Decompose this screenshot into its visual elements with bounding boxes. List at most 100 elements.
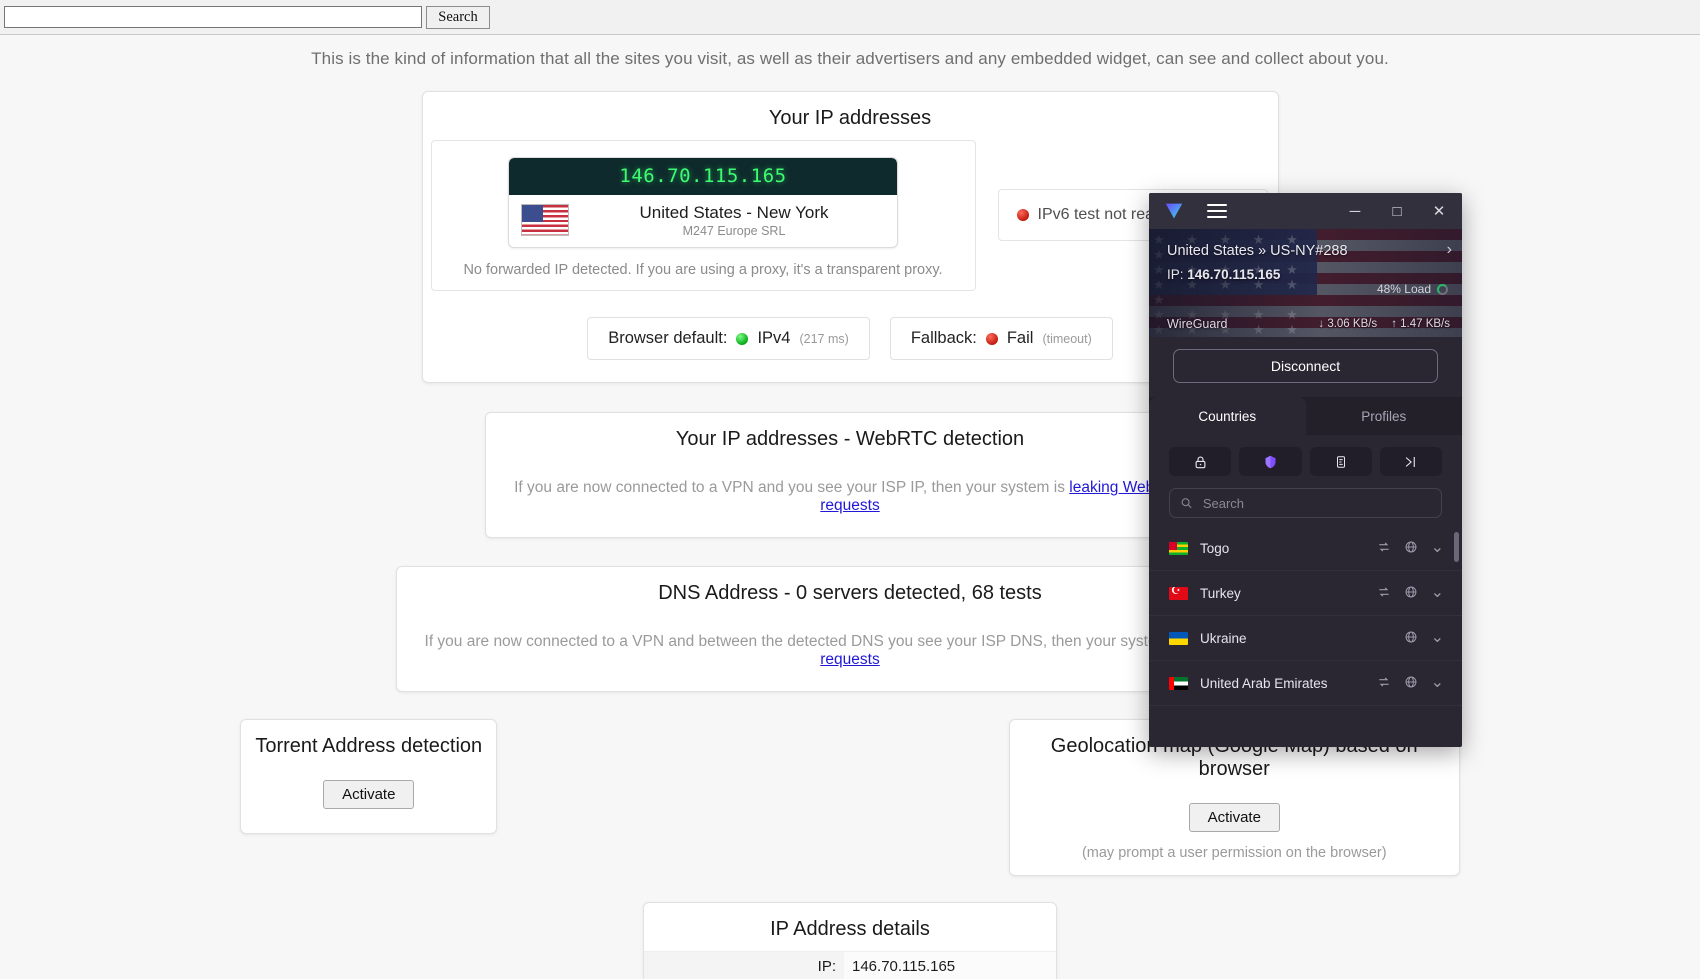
- webrtc-note: If you are now connected to a VPN and yo…: [486, 461, 1215, 519]
- vpn-tab-bar: Countries Profiles: [1149, 397, 1462, 435]
- vpn-load-text: 48% Load: [1376, 282, 1431, 296]
- geo-activate-button[interactable]: Activate: [1188, 803, 1280, 833]
- fallback-test: Fallback: Fail (timeout): [889, 317, 1113, 361]
- torrent-detection-card: Torrent Address detection Activate: [240, 719, 498, 835]
- globe-icon[interactable]: [1404, 585, 1418, 599]
- green-status-dot-icon: [736, 332, 749, 345]
- country-list-item[interactable]: United Arab Emirates ⌄: [1149, 661, 1462, 706]
- country-actions: ⌄: [1377, 585, 1444, 602]
- window-controls: ─ □ ✕: [1334, 193, 1460, 229]
- country-flag-icon: [1169, 676, 1188, 690]
- vpn-download-speed: ↓ 3.06 KB/s: [1318, 318, 1378, 330]
- tor-icon[interactable]: [1309, 447, 1372, 476]
- find-input[interactable]: [4, 6, 422, 28]
- vpn-titlebar: ─ □ ✕: [1149, 193, 1462, 229]
- country-actions: ⌄: [1377, 675, 1444, 692]
- chevron-down-icon[interactable]: ⌄: [1431, 675, 1444, 691]
- browser-default-detail: (217 ms): [799, 331, 849, 346]
- maximize-icon[interactable]: □: [1376, 193, 1418, 229]
- country-flag-icon: [1169, 541, 1188, 555]
- table-row: IP: 146.70.115.165: [644, 951, 1056, 979]
- chevron-right-icon[interactable]: ›: [1447, 241, 1452, 259]
- ip-led-panel: 146.70.115.165 United States - New York …: [508, 157, 898, 249]
- fallback-label: Fallback:: [910, 329, 977, 348]
- proxy-note: No forwarded IP detected. If you are usi…: [463, 262, 943, 279]
- vpn-country-list[interactable]: Togo⌄Turkey⌄Ukraine⌄United Arab Emirates…: [1149, 526, 1462, 708]
- country-list-item[interactable]: Togo ⌄: [1149, 526, 1462, 571]
- p2p-icon[interactable]: [1377, 540, 1391, 554]
- load-gauge-icon: [1437, 283, 1448, 295]
- browser-default-test: Browser default: IPv4 (217 ms): [587, 317, 870, 361]
- search-icon: [1181, 498, 1192, 509]
- country-actions: ⌄: [1404, 630, 1444, 647]
- browser-default-value: IPv4: [757, 329, 791, 348]
- country-list-item[interactable]: Turkey ⌄: [1149, 571, 1462, 616]
- fallback-value: Fail: [1006, 329, 1034, 348]
- vpn-menu-icon[interactable]: [1207, 200, 1227, 222]
- country-name: Ukraine: [1200, 630, 1247, 646]
- proton-vpn-logo-icon: [1165, 203, 1183, 219]
- geo-permission-hint: (may prompt a user permission on the bro…: [1081, 845, 1387, 862]
- vpn-upload-speed: ↑ 1.47 KB/s: [1391, 318, 1450, 330]
- webrtc-card-title: Your IP addresses - WebRTC detection: [675, 428, 1025, 451]
- ip-led-value: 146.70.115.165: [509, 158, 897, 195]
- torrent-card-title: Torrent Address detection: [255, 735, 483, 758]
- country-list-scrollbar-thumb[interactable]: [1454, 532, 1459, 562]
- vpn-search-box[interactable]: [1169, 488, 1442, 518]
- webrtc-detection-card: Your IP addresses - WebRTC detection If …: [484, 412, 1216, 539]
- ip-isp: M247 Europe SRL: [682, 224, 786, 239]
- intro-text: This is the kind of information that all…: [311, 49, 1389, 68]
- tab-profiles[interactable]: Profiles: [1306, 397, 1463, 435]
- ip-country-city: United States - New York: [639, 203, 829, 222]
- lock-icon[interactable]: [1169, 447, 1232, 476]
- country-name: Turkey: [1200, 585, 1241, 601]
- secure-core-icon[interactable]: [1379, 447, 1442, 476]
- vpn-search-input[interactable]: [1200, 494, 1431, 512]
- country-actions: ⌄: [1377, 540, 1444, 557]
- vpn-connection-hero: ★ ★ ★ ★ ★ ★★ ★ ★ ★ ★★ ★ ★ ★ ★ ★★ ★ ★ ★ ★…: [1149, 229, 1462, 337]
- vpn-protocol: WireGuard: [1167, 317, 1228, 331]
- browser-default-label: Browser default:: [608, 329, 728, 348]
- search-button[interactable]: Search: [426, 5, 490, 29]
- country-flag-icon: [1169, 586, 1188, 600]
- country-flag-icon: [1169, 631, 1188, 645]
- p2p-icon[interactable]: [1377, 675, 1391, 689]
- globe-icon[interactable]: [1404, 675, 1418, 689]
- tab-countries[interactable]: Countries: [1149, 397, 1306, 435]
- red-status-dot-icon: [985, 332, 998, 345]
- fallback-detail: (timeout): [1042, 331, 1092, 346]
- vpn-filter-icon-row: [1149, 435, 1462, 484]
- close-icon[interactable]: ✕: [1418, 193, 1460, 229]
- shield-icon[interactable]: [1239, 447, 1302, 476]
- country-name: United Arab Emirates: [1200, 675, 1328, 691]
- vpn-ip-label: IP:: [1167, 267, 1184, 282]
- chevron-down-icon[interactable]: ⌄: [1431, 585, 1444, 601]
- ip-card-title: Your IP addresses: [768, 107, 932, 129]
- dns-note-text: If you are now connected to a VPN and be…: [424, 633, 1190, 651]
- ip-detail-box: 146.70.115.165 United States - New York …: [430, 140, 976, 292]
- vpn-ip-line: IP: 146.70.115.165: [1167, 267, 1448, 282]
- vpn-server-load: 48% Load: [1377, 282, 1448, 296]
- details-card-title: IP Address details: [770, 918, 930, 941]
- p2p-icon[interactable]: [1377, 585, 1391, 599]
- detail-key: IP:: [644, 951, 844, 979]
- globe-icon[interactable]: [1404, 540, 1418, 554]
- globe-icon[interactable]: [1404, 630, 1418, 644]
- vpn-server-name: United States » US-NY#288: [1167, 243, 1348, 259]
- country-list-item[interactable]: United Kingdom⌄: [1149, 706, 1462, 708]
- red-status-dot-icon: [1016, 209, 1029, 221]
- chevron-down-icon[interactable]: ⌄: [1431, 540, 1444, 556]
- proton-vpn-window: ─ □ ✕ ★ ★ ★ ★ ★ ★★ ★ ★ ★ ★★ ★ ★ ★ ★ ★★ ★…: [1149, 193, 1462, 747]
- webrtc-note-text: If you are now connected to a VPN and yo…: [514, 479, 1070, 497]
- us-flag-icon: [521, 204, 569, 237]
- torrent-activate-button[interactable]: Activate: [323, 780, 415, 810]
- chevron-down-icon[interactable]: ⌄: [1431, 630, 1444, 646]
- disconnect-button[interactable]: Disconnect: [1173, 349, 1438, 383]
- page-content: This is the kind of information that all…: [0, 35, 1700, 979]
- ip-details-table: IP:146.70.115.165ISP:M247 Europe SRLAirV…: [644, 951, 1056, 979]
- ip-address-details-card: IP Address details IP:146.70.115.165ISP:…: [643, 902, 1057, 979]
- detail-value: 146.70.115.165: [844, 951, 1056, 979]
- vpn-ip-value: 146.70.115.165: [1187, 267, 1281, 282]
- minimize-icon[interactable]: ─: [1334, 193, 1376, 229]
- country-list-item[interactable]: Ukraine ⌄: [1149, 616, 1462, 661]
